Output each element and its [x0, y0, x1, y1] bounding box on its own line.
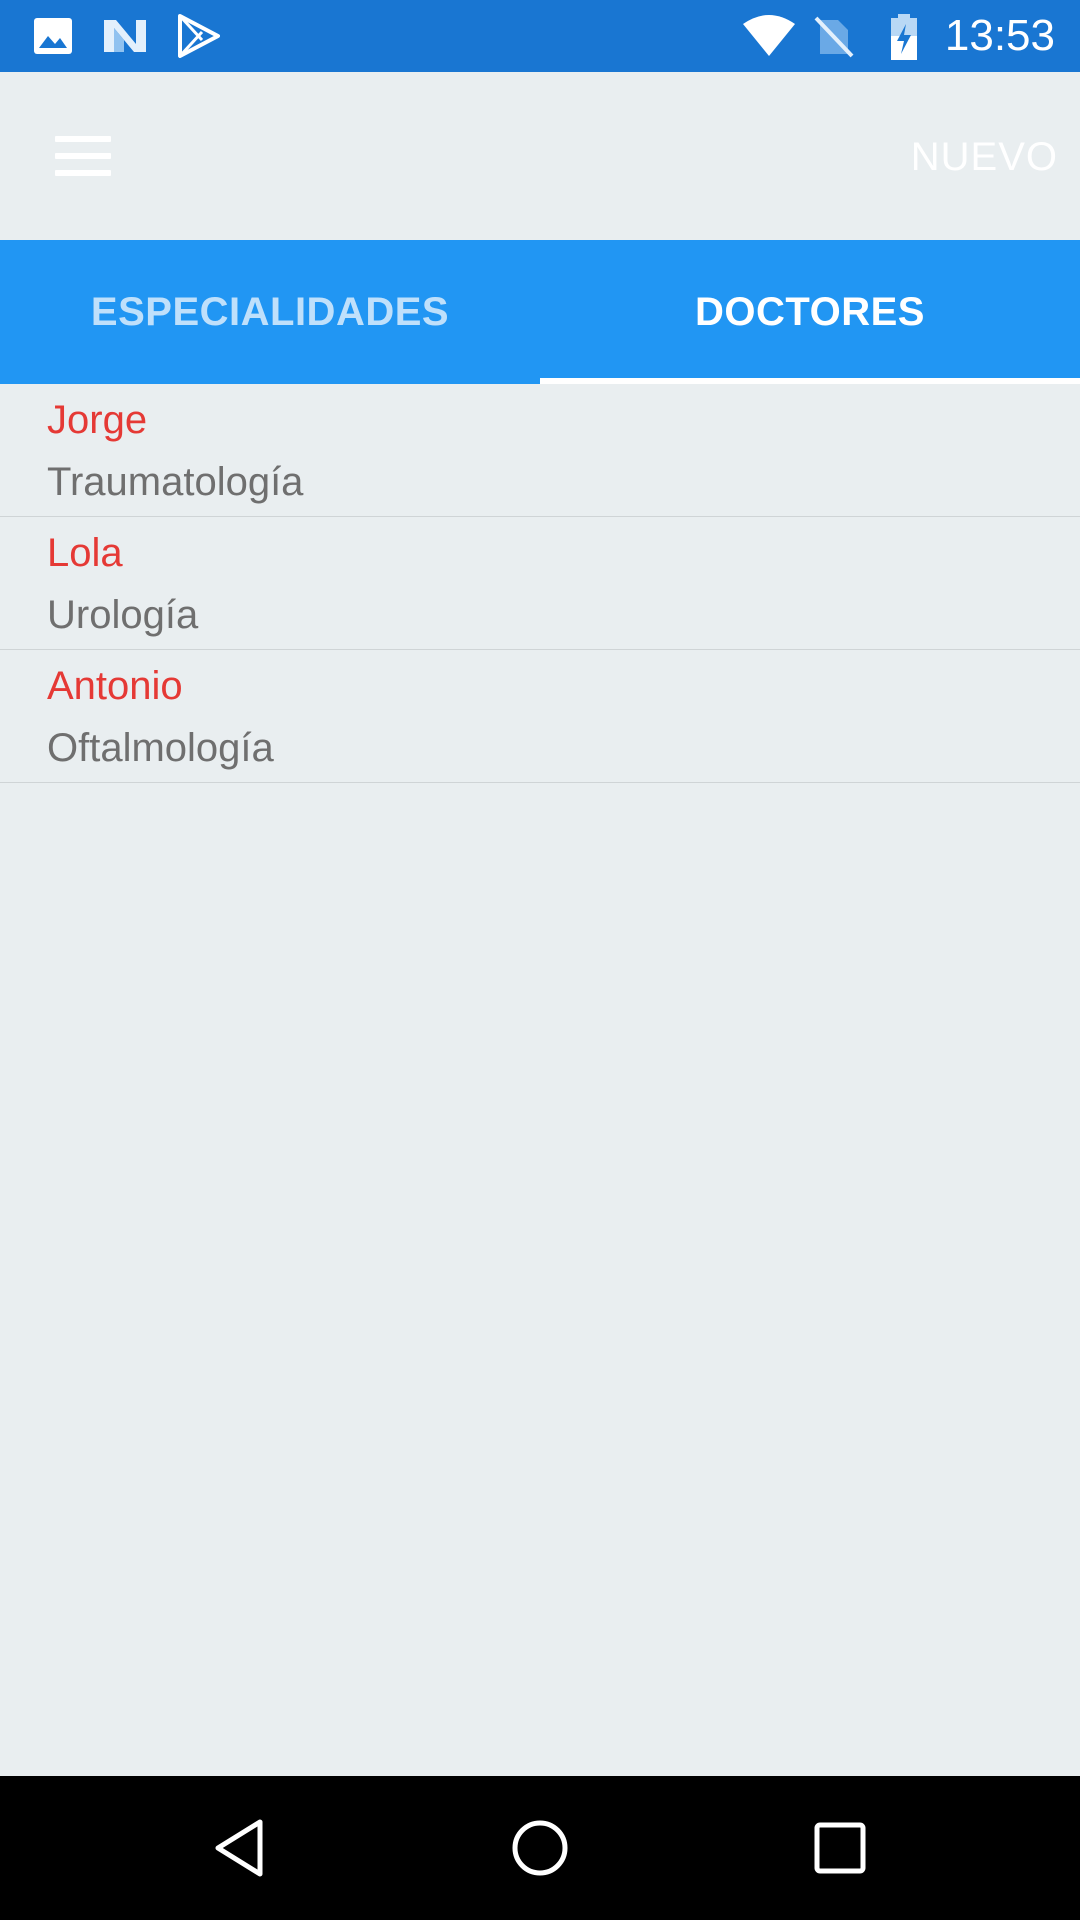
back-icon[interactable]: [204, 1812, 276, 1884]
doctor-specialty: Urología: [47, 593, 199, 637]
n-icon: [102, 14, 146, 58]
doctor-name: Lola: [47, 531, 123, 575]
list-item[interactable]: Antonio Oftalmología: [0, 650, 1080, 783]
list-item[interactable]: Jorge Traumatología: [0, 384, 1080, 517]
doctor-specialty: Oftalmología: [47, 726, 274, 770]
hamburger-menu-icon[interactable]: [48, 126, 120, 186]
status-bar: 13:53: [0, 0, 1080, 72]
clock: 13:53: [944, 11, 1055, 60]
doctor-name: Antonio: [47, 664, 183, 708]
doctor-specialty: Traumatología: [47, 460, 304, 504]
no-sim-icon: [814, 14, 854, 58]
doctor-name: Jorge: [47, 398, 148, 442]
image-icon: [32, 14, 76, 58]
tab-bar: ESPECIALIDADES DOCTORES: [0, 240, 1080, 384]
recents-icon[interactable]: [804, 1812, 876, 1884]
home-icon[interactable]: [504, 1812, 576, 1884]
list-item[interactable]: Lola Urología: [0, 517, 1080, 650]
new-button[interactable]: NUEVO: [911, 132, 1058, 182]
doctor-list: Jorge Traumatología Lola Urología Antoni…: [0, 384, 1080, 783]
system-nav-bar: [0, 1776, 1080, 1920]
app-toolbar: NUEVO: [0, 72, 1080, 240]
play-store-icon: [176, 14, 220, 58]
wifi-icon: [741, 14, 797, 58]
battery-charging-icon: [888, 14, 920, 60]
tab-doctores[interactable]: DOCTORES: [540, 240, 1080, 384]
tab-especialidades[interactable]: ESPECIALIDADES: [0, 240, 540, 384]
